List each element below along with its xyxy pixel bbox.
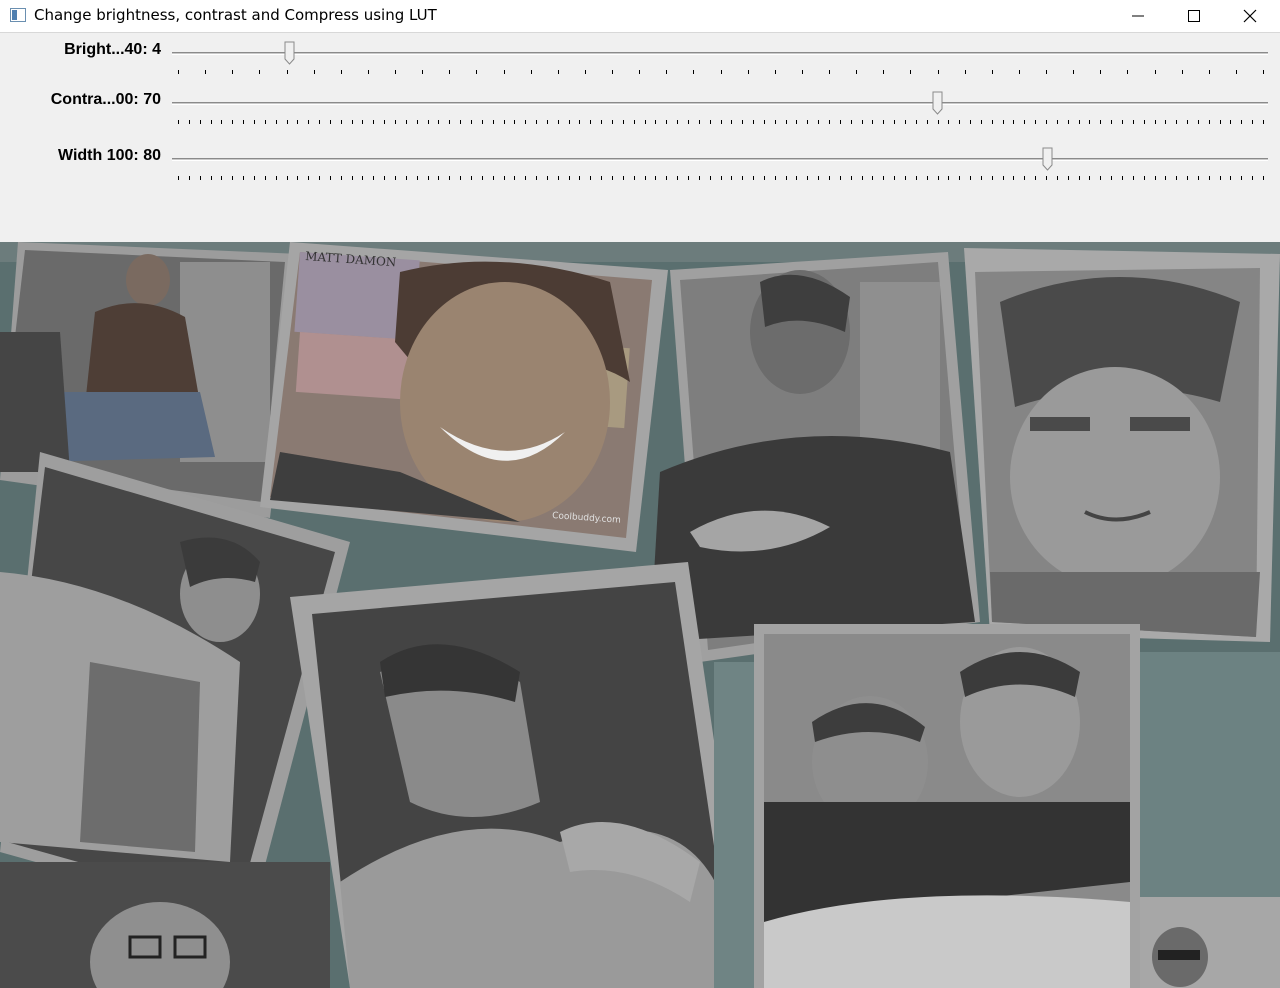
close-icon (1243, 9, 1257, 23)
photo-hands (650, 252, 980, 662)
app-icon (10, 8, 26, 22)
trackbar-brightness-ticks (178, 70, 1264, 74)
trackbar-width-thumb[interactable] (1042, 147, 1053, 171)
trackbar-width-ticks (178, 176, 1264, 180)
photo-portrait-smile: MATT DAMON Coolbuddy.com (260, 242, 668, 552)
maximize-icon (1188, 10, 1200, 22)
photo-messy-hair (964, 248, 1280, 642)
trackbar-width: Width 100: 80 (0, 147, 1280, 187)
photo-sunglasses (1140, 652, 1280, 988)
close-button[interactable] (1222, 0, 1278, 32)
processed-image: MATT DAMON Coolbuddy.com (0, 242, 1280, 988)
window-title: Change brightness, contrast and Compress… (34, 6, 437, 24)
photo-two-men (754, 624, 1140, 988)
trackbar-brightness-thumb[interactable] (284, 41, 295, 65)
minimize-icon (1132, 15, 1144, 17)
title-bar: Change brightness, contrast and Compress… (0, 0, 1280, 33)
trackbar-contrast-track[interactable] (172, 102, 1268, 105)
trackbar-brightness: Bright...40: 4 (0, 41, 1280, 81)
trackbar-contrast: Contra...00: 70 (0, 91, 1280, 131)
app-window: Change brightness, contrast and Compress… (0, 0, 1280, 988)
maximize-button[interactable] (1166, 0, 1222, 32)
trackbar-contrast-label: Contra...00: 70 (50, 91, 161, 108)
photo-shirtless (290, 562, 750, 988)
trackbar-brightness-track[interactable] (172, 52, 1268, 55)
photo-glasses (0, 862, 330, 988)
trackbar-panel: Bright...40: 4 Contra...00: 70 Width 100… (0, 33, 1280, 242)
trackbar-width-label: Width 100: 80 (58, 147, 161, 164)
trackbar-contrast-ticks (178, 120, 1264, 124)
minimize-button[interactable] (1110, 0, 1166, 32)
trackbar-contrast-thumb[interactable] (932, 91, 943, 115)
trackbar-brightness-label: Bright...40: 4 (64, 41, 161, 58)
trackbar-width-track[interactable] (172, 158, 1268, 161)
photo-collage-image: MATT DAMON Coolbuddy.com (0, 242, 1280, 988)
